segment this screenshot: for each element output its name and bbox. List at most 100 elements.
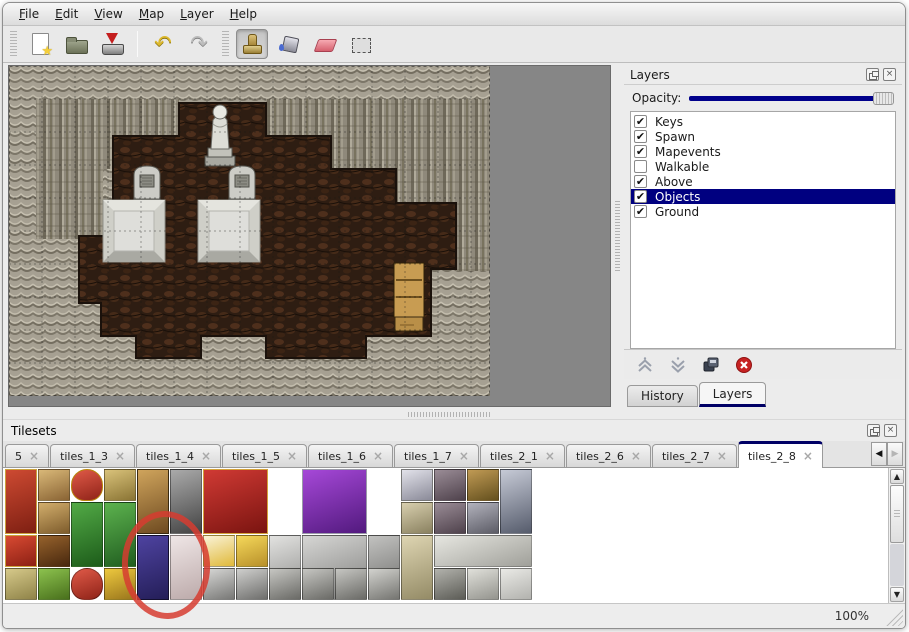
- horizontal-splitter[interactable]: [3, 409, 905, 419]
- menu-map[interactable]: Map: [131, 4, 172, 24]
- tileset-tab-5[interactable]: 5×: [5, 444, 49, 467]
- tab-close-icon[interactable]: ×: [459, 449, 469, 463]
- layer-checkbox[interactable]: ✔: [634, 115, 647, 128]
- tile-stone-slab[interactable]: [434, 469, 466, 501]
- layer-checkbox[interactable]: ✔: [634, 130, 647, 143]
- tile-stone-barrel[interactable]: [368, 568, 400, 600]
- tile-purple-throne[interactable]: [302, 469, 367, 534]
- tab-close-icon[interactable]: ×: [631, 449, 641, 463]
- tile-stone-pillar[interactable]: [434, 568, 466, 600]
- layer-checkbox[interactable]: ✔: [634, 175, 647, 188]
- tile-grave-slab-2[interactable]: [302, 568, 334, 600]
- tileset-tab-tiles_2_7[interactable]: tiles_2_7×: [652, 444, 737, 467]
- tile-loom-top[interactable]: [38, 469, 70, 501]
- tile-gold-key[interactable]: [203, 535, 235, 567]
- tile-gold-pile[interactable]: [236, 535, 268, 567]
- tab-scroll-right-icon[interactable]: ▶: [887, 442, 903, 466]
- tile-red-banner[interactable]: [5, 469, 37, 534]
- tile-gold-mirror[interactable]: [104, 469, 136, 501]
- layer-checkbox[interactable]: [634, 160, 647, 173]
- delete-layer-button[interactable]: [735, 356, 753, 374]
- tab-layers[interactable]: Layers: [699, 382, 767, 407]
- tab-close-icon[interactable]: ×: [287, 449, 297, 463]
- save-import-button[interactable]: [96, 29, 128, 59]
- close-panel-icon[interactable]: ×: [883, 68, 896, 81]
- redo-button[interactable]: ↷: [183, 29, 215, 59]
- layer-row-walkable[interactable]: Walkable: [631, 159, 895, 174]
- tileset-tab-tiles_2_8[interactable]: tiles_2_8×: [738, 441, 823, 468]
- tile-green-flag[interactable]: [38, 568, 70, 600]
- tile-red-shield[interactable]: [5, 535, 37, 567]
- float-panel-icon[interactable]: [866, 68, 879, 81]
- tile-bookshelf[interactable]: [38, 535, 70, 567]
- tab-history[interactable]: History: [627, 385, 698, 407]
- layer-checkbox[interactable]: ✔: [634, 205, 647, 218]
- tile-king-portrait[interactable]: [401, 469, 433, 501]
- tile-tan-banner[interactable]: [5, 568, 37, 600]
- tile-knight-armor[interactable]: [500, 469, 532, 534]
- tab-close-icon[interactable]: ×: [201, 449, 211, 463]
- map-view[interactable]: [8, 65, 611, 407]
- resize-grip[interactable]: [883, 608, 903, 626]
- lower-layer-button[interactable]: [669, 356, 687, 374]
- tile-grave-slab-1[interactable]: [269, 568, 301, 600]
- stamp-tool-button[interactable]: [236, 29, 268, 59]
- layer-row-mapevents[interactable]: ✔Mapevents: [631, 144, 895, 159]
- map-canvas[interactable]: [9, 66, 610, 406]
- tileset-content[interactable]: ▲ ▼: [3, 468, 905, 603]
- tab-close-icon[interactable]: ×: [717, 449, 727, 463]
- tile-marble-ledge[interactable]: [434, 535, 532, 567]
- tileset-tab-tiles_1_4[interactable]: tiles_1_4×: [136, 444, 221, 467]
- layer-row-spawn[interactable]: ✔Spawn: [631, 129, 895, 144]
- tile-gold-cross[interactable]: [104, 568, 136, 600]
- tile-red-throne[interactable]: [203, 469, 268, 534]
- select-rect-tool-button[interactable]: [344, 29, 376, 59]
- undo-button[interactable]: ↶: [147, 29, 179, 59]
- tile-palm-plant[interactable]: [71, 502, 103, 567]
- tile-wood-door[interactable]: [137, 469, 169, 534]
- tile-stone-gate[interactable]: [170, 469, 202, 534]
- tab-close-icon[interactable]: ×: [29, 449, 39, 463]
- menu-view[interactable]: View: [86, 4, 130, 24]
- layer-row-objects[interactable]: ✔Objects: [631, 189, 895, 204]
- raise-layer-button[interactable]: [636, 356, 654, 374]
- tile-white-cloth[interactable]: [170, 535, 202, 600]
- menu-edit[interactable]: Edit: [47, 4, 86, 24]
- menu-layer[interactable]: Layer: [172, 4, 221, 24]
- tileset-tab-tiles_2_1[interactable]: tiles_2_1×: [480, 444, 565, 467]
- tile-marble-side[interactable]: [467, 568, 499, 600]
- tile-obelisk[interactable]: [401, 535, 433, 600]
- layer-row-ground[interactable]: ✔Ground: [631, 204, 895, 219]
- tile-armor-pile[interactable]: [467, 502, 499, 534]
- tile-small-obelisk[interactable]: [401, 502, 433, 534]
- fill-tool-button[interactable]: [272, 29, 304, 59]
- toolbar-grip[interactable]: [10, 31, 17, 57]
- layer-row-above[interactable]: ✔Above: [631, 174, 895, 189]
- tile-potted-plant[interactable]: [104, 502, 136, 567]
- open-folder-button[interactable]: [60, 29, 92, 59]
- menu-help[interactable]: Help: [222, 4, 265, 24]
- tab-close-icon[interactable]: ×: [545, 449, 555, 463]
- tile-wood-desk[interactable]: [467, 469, 499, 501]
- tileset-scrollbar[interactable]: ▲ ▼: [888, 468, 905, 603]
- tileset-tab-tiles_2_6[interactable]: tiles_2_6×: [566, 444, 651, 467]
- float-panel-icon[interactable]: [867, 424, 880, 437]
- scrollbar-groove[interactable]: [890, 544, 904, 586]
- tileset-tab-tiles_1_6[interactable]: tiles_1_6×: [308, 444, 393, 467]
- tileset-tab-tiles_1_3[interactable]: tiles_1_3×: [50, 444, 135, 467]
- tab-close-icon[interactable]: ×: [115, 449, 125, 463]
- tile-loom-bottom[interactable]: [38, 502, 70, 534]
- tile-red-cushion[interactable]: [71, 568, 103, 600]
- tile-rock-pile[interactable]: [203, 568, 235, 600]
- tile-red-stool[interactable]: [71, 469, 103, 501]
- tile-grave-slab-3[interactable]: [335, 568, 367, 600]
- tileset-tab-tiles_1_7[interactable]: tiles_1_7×: [394, 444, 479, 467]
- close-panel-icon[interactable]: ×: [884, 424, 897, 437]
- tile-marble-block[interactable]: [500, 568, 532, 600]
- layer-row-keys[interactable]: ✔Keys: [631, 114, 895, 129]
- duplicate-layer-button[interactable]: [702, 356, 720, 374]
- toolbar-grip[interactable]: [222, 31, 229, 57]
- tile-stone-slab-2[interactable]: [434, 502, 466, 534]
- scrollbar-thumb[interactable]: [890, 485, 904, 543]
- tile-purple-door[interactable]: [137, 535, 169, 600]
